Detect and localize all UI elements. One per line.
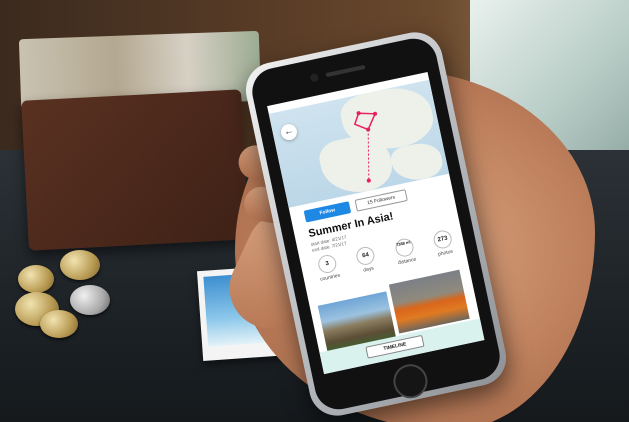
stat-countries: 3 countries bbox=[310, 252, 347, 284]
stat-label: distance bbox=[397, 256, 417, 267]
home-button bbox=[390, 361, 431, 402]
stat-value: 64 bbox=[355, 245, 377, 267]
stat-photos: 273 photos bbox=[425, 227, 462, 259]
stat-label: days bbox=[362, 265, 375, 274]
phone-screen: ← Follow 15 Followers Summer In Asia! st… bbox=[267, 71, 485, 375]
stat-label: photos bbox=[437, 248, 454, 258]
coin bbox=[18, 265, 54, 293]
stat-label: countries bbox=[319, 272, 341, 283]
stat-distance: 7388 mi distance bbox=[387, 236, 424, 268]
earpiece-speaker bbox=[325, 64, 366, 78]
coin bbox=[40, 310, 78, 338]
stat-value: 3 bbox=[316, 253, 338, 275]
stat-days: 64 days bbox=[348, 244, 385, 276]
coin bbox=[70, 285, 110, 315]
scene-photo: ← Follow 15 Followers Summer In Asia! st… bbox=[0, 0, 629, 422]
stat-value: 7388 mi bbox=[393, 236, 415, 259]
follow-button[interactable]: Follow bbox=[303, 201, 352, 223]
leather-notebook bbox=[21, 89, 249, 251]
followers-button[interactable]: 15 Followers bbox=[354, 189, 408, 212]
front-camera bbox=[309, 72, 319, 83]
coin bbox=[60, 250, 100, 280]
stat-value: 273 bbox=[431, 228, 454, 251]
